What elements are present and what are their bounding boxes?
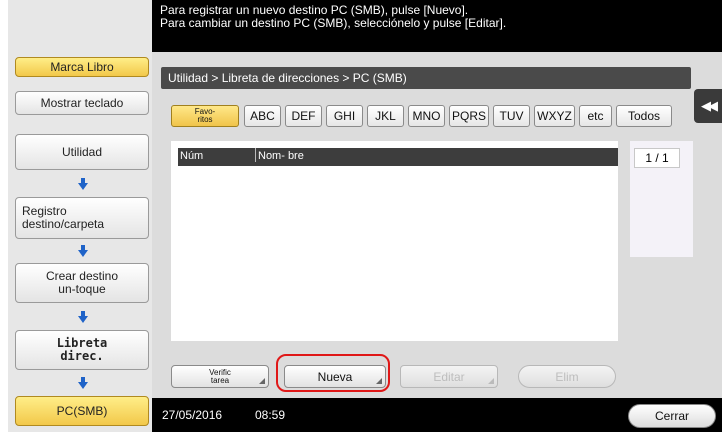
tab-pqrs[interactable]: PQRS: [449, 105, 489, 127]
elim-label: Elim: [555, 369, 579, 384]
column-nombre: Nom- bre: [258, 150, 304, 162]
tab-mno[interactable]: MNO: [408, 105, 445, 127]
step-utilidad-button[interactable]: Utilidad: [15, 134, 149, 170]
step-libreta-line1: Libreta: [56, 336, 108, 350]
verific-tarea-button[interactable]: Verific tarea: [171, 365, 269, 388]
marca-libro-button[interactable]: Marca Libro: [15, 57, 149, 77]
tab-abc[interactable]: ABC: [244, 105, 281, 127]
breadcrumb: Utilidad > Libreta de direcciones > PC (…: [161, 67, 691, 89]
tab-todos-label: Todos: [627, 109, 661, 123]
step-libreta-button[interactable]: Libreta direc.: [15, 330, 149, 370]
corner-triangle-icon: [259, 378, 265, 384]
corner-triangle-icon: [488, 378, 494, 384]
step-registro-label: Registro destino/carpeta: [22, 205, 104, 231]
tab-todos[interactable]: Todos: [616, 105, 672, 127]
tab-jkl-label: JKL: [375, 109, 396, 123]
tab-ghi-label: GHI: [333, 109, 356, 123]
tab-wxyz[interactable]: WXYZ: [534, 105, 575, 127]
double-chevron-left-icon: ◀◀: [701, 98, 718, 113]
tab-etc-label: etc: [587, 109, 604, 123]
step-libreta-label: Libreta direc.: [57, 337, 108, 363]
verific-tarea-line2: tarea: [210, 375, 230, 385]
column-num: Núm: [180, 150, 204, 162]
collapse-panel-button[interactable]: ◀◀: [694, 89, 722, 123]
instruction-message: Para registrar un nuevo destino PC (SMB)…: [152, 0, 722, 52]
step-registro-line1: Registro: [22, 204, 67, 218]
step-registro-button[interactable]: Registro destino/carpeta: [15, 197, 149, 239]
mostrar-teclado-button[interactable]: Mostrar teclado: [15, 91, 149, 115]
nueva-highlight-frame: [276, 354, 390, 392]
column-divider: [255, 148, 256, 162]
step-registro-line2: destino/carpeta: [22, 217, 105, 231]
editar-button[interactable]: Editar: [400, 365, 498, 388]
step-utilidad-label: Utilidad: [61, 145, 103, 159]
step-pc-smb-button[interactable]: PC(SMB): [15, 396, 149, 426]
marca-libro-label: Marca Libro: [50, 60, 114, 74]
tab-ghi[interactable]: GHI: [326, 105, 363, 127]
editar-label: Editar: [433, 369, 465, 384]
tab-tuv[interactable]: TUV: [493, 105, 530, 127]
step-crear-destino-line2: un-toque: [58, 282, 106, 296]
elim-button[interactable]: Elim: [518, 365, 616, 388]
destination-list[interactable]: Núm Nom- bre: [171, 141, 618, 341]
tab-tuv-label: TUV: [499, 109, 524, 123]
main-panel: Utilidad > Libreta de direcciones > PC (…: [152, 52, 722, 398]
tab-mno-label: MNO: [412, 109, 441, 123]
tab-favoritos-line2: ritos: [197, 115, 213, 124]
arrow-down-icon: [78, 311, 88, 323]
tab-favoritos[interactable]: Favo- ritos: [171, 105, 239, 127]
status-date: 27/05/2016: [162, 408, 223, 422]
mostrar-teclado-label: Mostrar teclado: [40, 96, 124, 110]
page-indicator-panel: 1 / 1: [630, 141, 693, 257]
arrow-down-icon: [78, 178, 88, 190]
tab-abc-label: ABC: [250, 109, 275, 123]
tab-wxyz-label: WXYZ: [537, 109, 572, 123]
step-crear-destino-line1: Crear destino: [45, 269, 119, 283]
cerrar-button[interactable]: Cerrar: [628, 404, 716, 428]
tab-def[interactable]: DEF: [285, 105, 322, 127]
step-pc-smb-label: PC(SMB): [56, 404, 108, 418]
tab-jkl[interactable]: JKL: [367, 105, 404, 127]
arrow-down-icon: [78, 377, 88, 389]
instruction-line-2: Para cambiar un destino PC (SMB), selecc…: [160, 16, 507, 30]
sidebar: Marca Libro Mostrar teclado Utilidad Reg…: [8, 0, 152, 432]
tab-etc[interactable]: etc: [579, 105, 612, 127]
tab-def-label: DEF: [291, 109, 316, 123]
step-libreta-line2: direc.: [60, 349, 104, 363]
step-crear-destino-button[interactable]: Crear destino un-toque: [15, 263, 149, 303]
tab-pqrs-label: PQRS: [451, 109, 486, 123]
status-time: 08:59: [255, 408, 286, 422]
step-crear-destino-label: Crear destino un-toque: [46, 270, 118, 296]
arrow-down-icon: [78, 245, 88, 257]
list-header: Núm Nom- bre: [178, 148, 618, 166]
cerrar-label: Cerrar: [654, 409, 689, 423]
page-indicator: 1 / 1: [634, 148, 680, 168]
